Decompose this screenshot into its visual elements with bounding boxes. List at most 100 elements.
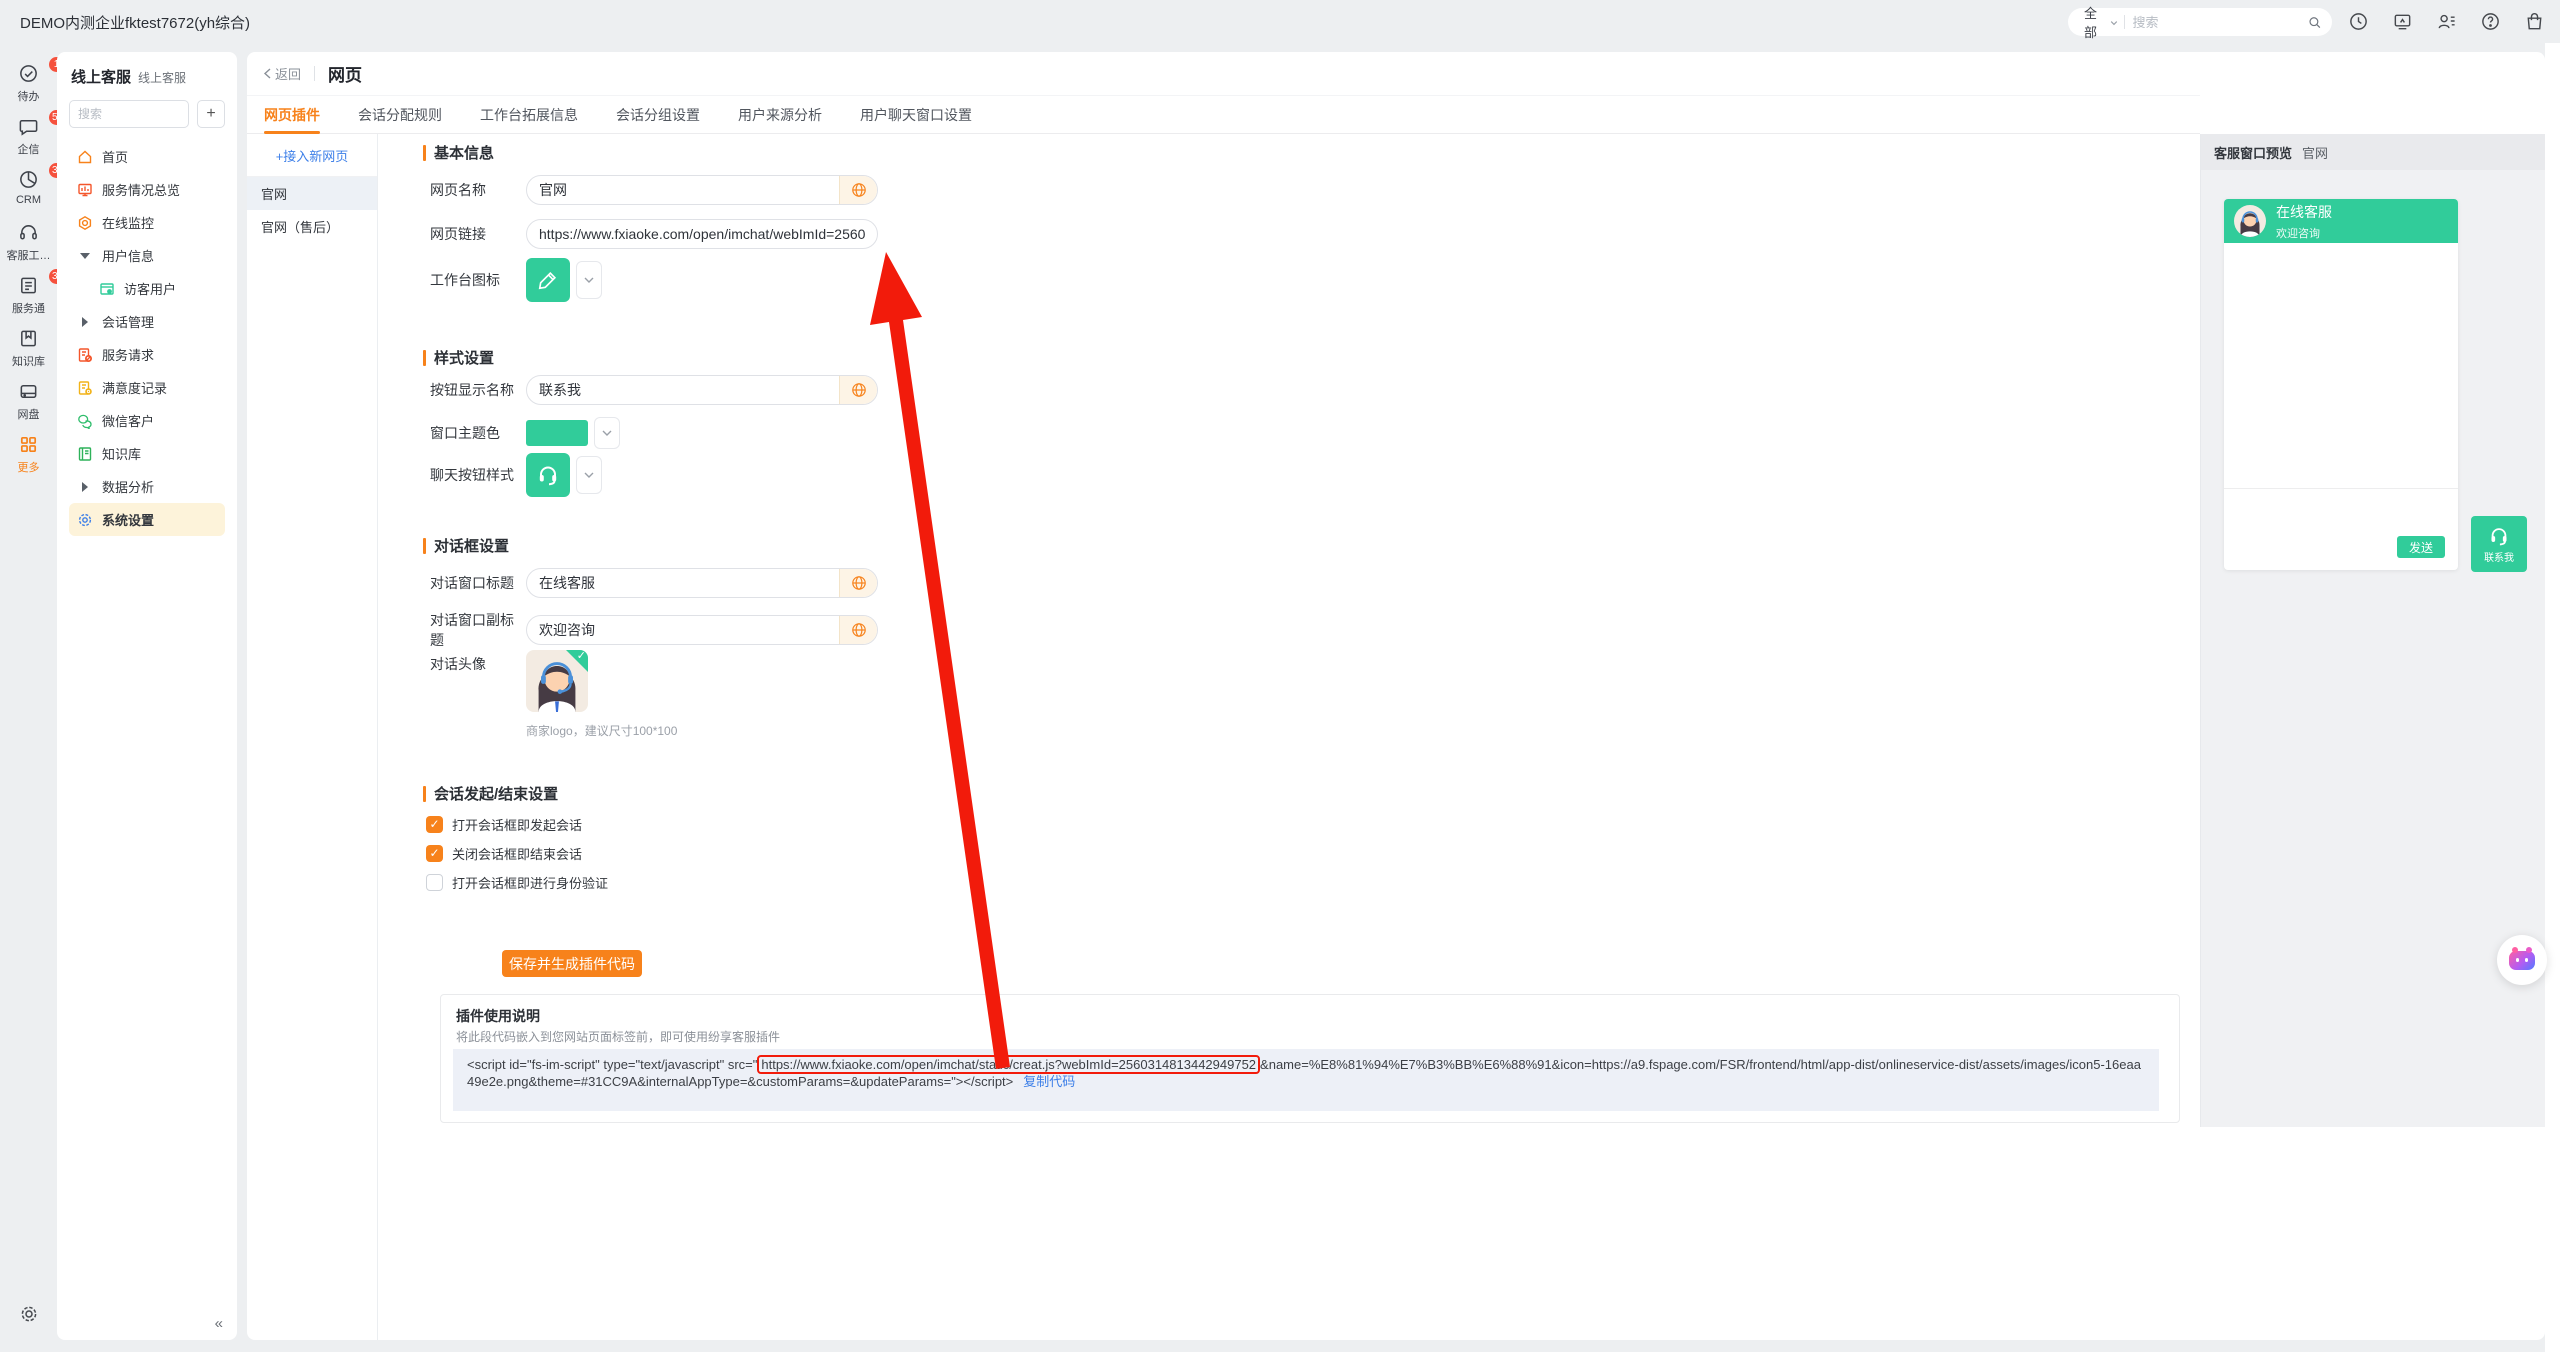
window-theme-color-label: 窗口主题色	[430, 423, 526, 443]
collapse-sidebar-button[interactable]: «	[215, 1315, 223, 1332]
webpage-link-label: 网页链接	[430, 224, 526, 244]
i18n-globe-button[interactable]	[839, 376, 877, 404]
global-search[interactable]: 全部	[2068, 8, 2332, 36]
workbench-icon-dropdown[interactable]	[576, 261, 602, 299]
rail-item-more[interactable]: 更多	[0, 434, 57, 482]
history-icon[interactable]	[2348, 11, 2369, 32]
sidebar-item-satisfaction[interactable]: 满意度记录	[69, 371, 225, 404]
send-button[interactable]: 发送	[2397, 536, 2445, 558]
sidebar-item-home[interactable]: 首页	[69, 140, 225, 173]
sidebar-item-service-overview[interactable]: 服务情况总览	[69, 173, 225, 206]
add-new-webpage-button[interactable]: +接入新网页	[247, 134, 377, 177]
back-icon	[263, 68, 272, 79]
globe-icon	[851, 575, 867, 591]
rail-item-crm[interactable]: 32 CRM	[0, 169, 57, 217]
section-session-settings: 会话发起/结束设置	[423, 783, 558, 804]
module-title: 线上客服	[71, 66, 131, 87]
chat-button-style-picker[interactable]	[526, 453, 570, 497]
chat-button-style-dropdown[interactable]	[576, 456, 602, 494]
chat-bubble-icon	[18, 116, 39, 137]
section-dialog-settings: 对话框设置	[423, 535, 509, 556]
workbench-icon-label: 工作台图标	[430, 270, 526, 290]
checkbox-checked-icon: ✓	[426, 816, 443, 833]
sidebar-item-visitor-users[interactable]: 访客用户	[69, 272, 225, 305]
rail-item-knowledge[interactable]: 知识库	[0, 328, 57, 376]
dialog-window-title-input[interactable]	[526, 568, 878, 598]
tab-chat-window-settings[interactable]: 用户聊天窗口设置	[860, 96, 972, 133]
rail-item-todo[interactable]: 1 待办	[0, 63, 57, 111]
chat-window-title: 在线客服	[2276, 202, 2332, 222]
tab-web-plugin[interactable]: 网页插件	[264, 96, 320, 133]
rail-item-netdisk[interactable]: 网盘	[0, 381, 57, 429]
theme-color-swatch[interactable]	[526, 420, 588, 446]
button-display-name-label: 按钮显示名称	[430, 380, 526, 400]
section-basic-info: 基本信息	[423, 142, 494, 163]
satisfaction-icon	[77, 380, 93, 396]
page-list-item-guanwang-shouhou[interactable]: 官网（售后）	[247, 210, 377, 243]
checkbox-close-end-session[interactable]: ✓ 关闭会话框即结束会话	[426, 842, 582, 864]
main-panel: 返回 网页 网页插件 会话分配规则 工作台拓展信息 会话分组设置 用户来源分析 …	[247, 52, 2545, 1340]
workbench-icon-picker[interactable]	[526, 258, 570, 302]
tab-user-source-analysis[interactable]: 用户来源分析	[738, 96, 822, 133]
app-rail: 1 待办 52 企信 32 CRM 客服工… 32 服务通 知识库 网盘 更多	[0, 43, 57, 1352]
chat-window-subtitle: 欢迎咨询	[2276, 225, 2332, 241]
button-display-name-input[interactable]	[526, 375, 878, 405]
pen-tag-icon	[537, 269, 559, 291]
search-input[interactable]	[2132, 15, 2308, 30]
grid-more-icon	[18, 434, 39, 455]
i18n-globe-button[interactable]	[839, 176, 877, 204]
search-icon[interactable]	[2308, 14, 2322, 31]
sidebar-item-data-analysis[interactable]: 数据分析	[69, 470, 225, 503]
sidebar-search-input[interactable]	[69, 100, 189, 128]
checkbox-identity-verification[interactable]: 打开会话框即进行身份验证	[426, 871, 608, 893]
sidebar-item-service-request[interactable]: 服务请求	[69, 338, 225, 371]
i18n-globe-button[interactable]	[839, 569, 877, 597]
sidebar-item-system-settings[interactable]: 系统设置	[69, 503, 225, 536]
theme-color-dropdown[interactable]	[594, 417, 620, 449]
checkbox-open-start-session[interactable]: ✓ 打开会话框即发起会话	[426, 813, 582, 835]
globe-icon	[851, 382, 867, 398]
sidebar-item-user-info[interactable]: 用户信息	[69, 239, 225, 272]
webpage-link-input[interactable]	[526, 219, 878, 249]
kb-book-icon	[77, 446, 93, 462]
search-scope[interactable]: 全部	[2084, 3, 2105, 41]
workbench-icon[interactable]	[2392, 11, 2413, 32]
contacts-icon[interactable]	[2436, 11, 2457, 32]
right-edge-strip	[2545, 43, 2560, 1352]
contact-me-floating-button[interactable]: 联系我	[2471, 516, 2527, 572]
chart-icon	[77, 182, 93, 198]
chevron-down-icon	[584, 276, 594, 284]
i18n-globe-button[interactable]	[839, 616, 877, 644]
tab-workbench-extension[interactable]: 工作台拓展信息	[480, 96, 578, 133]
copy-code-link[interactable]: 复制代码	[1023, 1074, 1075, 1089]
back-button[interactable]: 返回	[263, 64, 301, 83]
avatar-hint: 商家logo，建议尺寸100*100	[526, 722, 677, 739]
rail-item-service-desk[interactable]: 客服工…	[0, 222, 57, 270]
dialog-window-subtitle-input[interactable]	[526, 615, 878, 645]
sidebar-item-wechat-customers[interactable]: 微信客户	[69, 404, 225, 437]
sidebar-item-online-monitor[interactable]: 在线监控	[69, 206, 225, 239]
module-subtitle: 线上客服	[138, 69, 186, 86]
dialog-window-title-label: 对话窗口标题	[430, 573, 526, 593]
ai-assistant-button[interactable]	[2497, 935, 2547, 985]
tab-session-grouping[interactable]: 会话分组设置	[616, 96, 700, 133]
rail-item-service-pass[interactable]: 32 服务通	[0, 275, 57, 323]
page-list-item-guanwang[interactable]: 官网	[247, 177, 377, 210]
save-generate-plugin-button[interactable]: 保存并生成插件代码	[502, 950, 642, 977]
chat-avatar	[2234, 205, 2266, 237]
wechat-icon	[77, 413, 93, 429]
appstore-bag-icon[interactable]	[2524, 11, 2545, 32]
caret-down-icon	[80, 253, 90, 259]
tab-session-assignment[interactable]: 会话分配规则	[358, 96, 442, 133]
sidebar-add-button[interactable]: +	[197, 100, 225, 128]
chevron-down-icon	[602, 429, 612, 437]
help-icon[interactable]	[2480, 11, 2501, 32]
sidebar-item-knowledge-base[interactable]: 知识库	[69, 437, 225, 470]
webpage-name-input[interactable]	[526, 175, 878, 205]
sidebar-item-session-mgmt[interactable]: 会话管理	[69, 305, 225, 338]
rail-item-qixin[interactable]: 52 企信	[0, 116, 57, 164]
settings-gear-icon[interactable]	[19, 1304, 39, 1324]
checkbox-checked-icon: ✓	[426, 845, 443, 862]
dialog-avatar-image[interactable]: ✓	[526, 650, 588, 712]
checkbox-unchecked-icon	[426, 874, 443, 891]
